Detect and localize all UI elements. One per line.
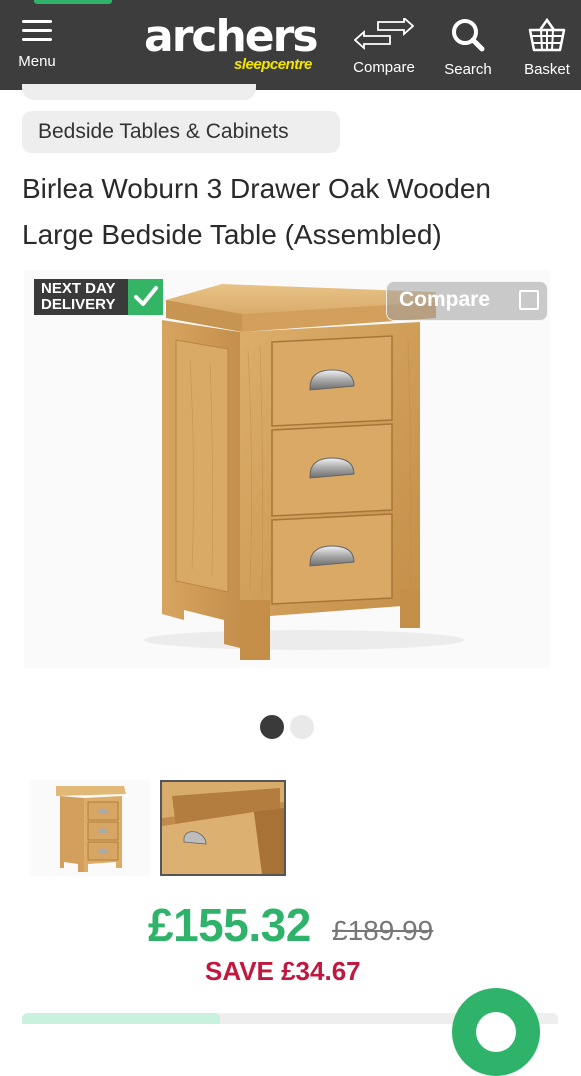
compare-toggle[interactable]: Compare [386, 281, 548, 321]
next-day-delivery-badge: NEXT DAY DELIVERY [34, 279, 163, 315]
category-breadcrumb-chip[interactable]: Bedside Tables & Cabinets [22, 111, 340, 153]
gallery-thumbnail-2[interactable] [160, 780, 286, 876]
thumbnail-drawer-closeup-image [162, 782, 284, 874]
logo-wordmark: archers [144, 11, 319, 62]
bedside-table-illustration [144, 284, 464, 660]
product-main-image[interactable] [24, 270, 550, 668]
previous-breadcrumb-chip[interactable] [22, 84, 256, 100]
search-icon [452, 19, 485, 52]
menu-button[interactable]: Menu [14, 18, 60, 70]
current-price: £155.32 [148, 899, 311, 951]
thumbnail-table-image [56, 786, 126, 872]
archers-logo[interactable]: archers sleepcentre [144, 14, 324, 76]
compare-checkbox[interactable] [519, 290, 539, 310]
basket-icon [528, 17, 566, 52]
checkmark-icon [128, 279, 163, 315]
was-price: £189.99 [332, 915, 434, 946]
chat-button[interactable] [452, 988, 540, 1076]
header-accent-strip [34, 0, 112, 4]
basket-button[interactable]: Basket [518, 17, 576, 78]
compare-toggle-label: Compare [399, 288, 491, 311]
savings-label: SAVE £34.67 [205, 956, 361, 986]
basket-label: Basket [524, 61, 570, 78]
product-title: Birlea Woburn 3 Drawer Oak Wooden Large … [22, 173, 491, 250]
compare-label: Compare [353, 59, 415, 76]
logo-tagline: sleepcentre [234, 56, 312, 73]
badge-line-1: NEXT DAY [41, 280, 116, 297]
compare-button[interactable]: Compare [346, 15, 422, 76]
menu-label: Menu [18, 53, 56, 70]
gallery-dot-2[interactable] [290, 715, 314, 739]
gallery-pagination [260, 715, 320, 739]
gallery-thumbnail-1[interactable] [30, 780, 150, 876]
hamburger-icon [22, 20, 52, 41]
compare-arrows-icon [353, 15, 415, 51]
bottom-tab-active[interactable] [22, 1013, 220, 1024]
search-label: Search [444, 61, 492, 78]
badge-line-2: DELIVERY [41, 296, 116, 313]
search-button[interactable]: Search [440, 18, 496, 78]
site-header: Menu archers sleepcentre Compare Search … [0, 0, 581, 90]
gallery-dot-1[interactable] [260, 715, 284, 739]
chat-icon [476, 1012, 516, 1052]
next-day-delivery-text: NEXT DAY DELIVERY [34, 279, 128, 315]
